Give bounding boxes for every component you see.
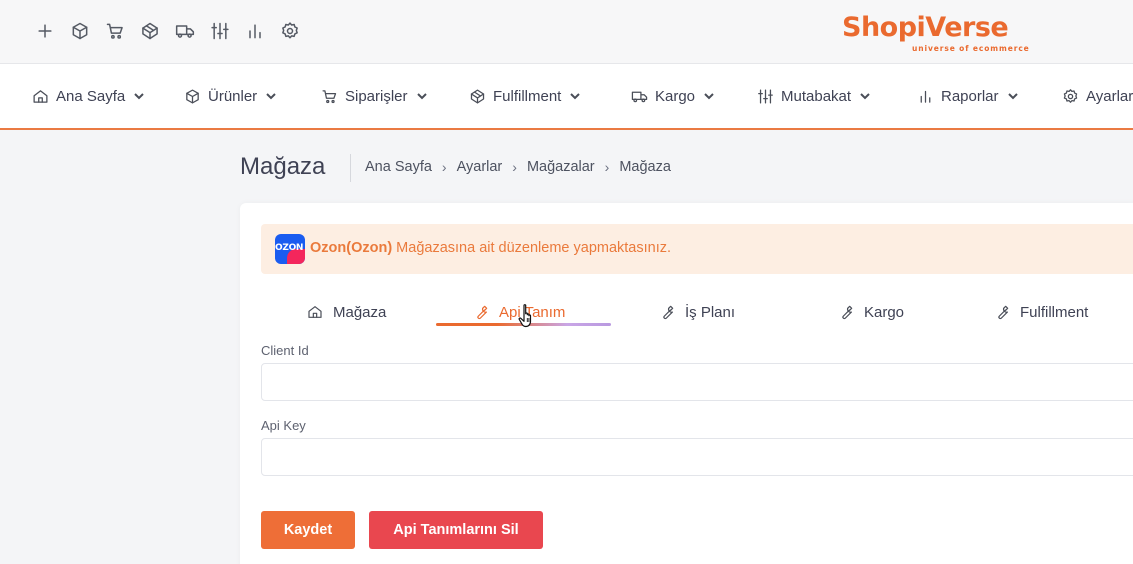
home-icon: [308, 306, 322, 318]
store-name: Ozon(Ozon): [310, 240, 393, 256]
quick-actions: [34, 20, 301, 42]
nav-item-label: Siparişler: [345, 87, 408, 105]
bar-chart-icon[interactable]: [244, 20, 266, 42]
wrench-icon: [477, 305, 488, 320]
wrench-icon: [663, 305, 674, 320]
chevron-down-icon: [266, 93, 276, 100]
cart-icon: [322, 89, 337, 103]
tab-is-plani[interactable]: İş Planı: [659, 297, 735, 327]
sliders-icon: [758, 88, 773, 104]
tab-magaza[interactable]: Mağaza: [307, 297, 386, 327]
wrench-icon: [842, 305, 853, 320]
bar-chart-icon: [920, 90, 931, 103]
nav-item-label: Kargo: [655, 87, 696, 105]
chevron-down-icon: [570, 93, 581, 100]
editing-store-alert: OZON Ozon(Ozon) Mağazasına ait düzenleme…: [261, 224, 1133, 274]
breadcrumb-item-magazalar[interactable]: Mağazalar: [527, 159, 595, 175]
sliders-icon[interactable]: [209, 20, 231, 42]
chevron-down-icon: [860, 93, 870, 100]
tab-fulfillment[interactable]: Fulfillment: [994, 297, 1088, 327]
page-title: Mağaza: [240, 153, 326, 180]
save-button[interactable]: Kaydet: [261, 511, 355, 549]
nav-item-label: Fulfillment: [493, 87, 562, 105]
breadcrumb-item-ana-sayfa[interactable]: Ana Sayfa: [365, 159, 432, 175]
alert-message-text: Mağazasına ait düzenleme yapmaktasınız.: [392, 240, 672, 256]
tab-label: Kargo: [864, 303, 905, 321]
breadcrumb-item-ayarlar[interactable]: Ayarlar: [457, 159, 503, 175]
chevron-down-icon: [134, 93, 144, 100]
breadcrumb-item-magaza: Mağaza: [619, 159, 671, 175]
truck-icon: [631, 91, 648, 102]
nav-item-label: Raporlar: [941, 87, 999, 105]
breadcrumb: Ana Sayfa › Ayarlar › Mağazalar › Mağaza: [365, 159, 671, 175]
main-nav: Ana Sayfa Ürünler Siparişler Fulfillment…: [0, 64, 1133, 130]
title-divider: [350, 154, 351, 182]
wrench-icon: [998, 305, 1009, 320]
box-icon: [186, 88, 199, 104]
tab-label: İş Planı: [685, 303, 736, 321]
tab-label: Fulfillment: [1020, 303, 1089, 321]
fulfillment-cube-icon[interactable]: [139, 20, 161, 42]
chevron-down-icon: [1007, 93, 1018, 100]
alert-message: Ozon(Ozon) Mağazasına ait düzenleme yapm…: [310, 240, 671, 256]
home-icon: [33, 89, 48, 103]
delete-api-definitions-button[interactable]: Api Tanımlarını Sil: [369, 511, 543, 549]
nav-item-label: Ana Sayfa: [56, 87, 126, 105]
chevron-down-icon: [704, 93, 714, 100]
cart-icon[interactable]: [104, 20, 126, 42]
top-toolbar: ShopiVerse universe of ecommerce: [0, 0, 1133, 64]
ozon-store-logo: OZON: [275, 234, 305, 264]
fulfillment-cube-icon: [470, 88, 485, 104]
nav-item-kargo[interactable]: Kargo: [631, 64, 715, 128]
nav-item-mutabakat[interactable]: Mutabakat: [757, 64, 871, 128]
ozon-logo-text: OZON: [275, 243, 304, 253]
nav-item-label: Mutabakat: [781, 87, 852, 105]
api-key-field[interactable]: [261, 438, 1133, 476]
nav-item-fulfillment[interactable]: Fulfillment: [469, 64, 581, 128]
box-icon[interactable]: [69, 20, 91, 42]
gear-icon: [1063, 88, 1078, 103]
tab-kargo[interactable]: Kargo: [838, 297, 904, 327]
truck-icon[interactable]: [174, 20, 196, 42]
client-id-field[interactable]: [261, 363, 1133, 401]
chevron-down-icon: [416, 93, 427, 100]
nav-item-siparisler[interactable]: Siparişler: [321, 64, 428, 128]
hand-pointer-cursor-icon: [518, 304, 532, 328]
gear-icon[interactable]: [279, 20, 301, 42]
chevron-right-icon: ›: [604, 159, 610, 175]
nav-item-urunler[interactable]: Ürünler: [184, 64, 277, 128]
store-edit-card: OZON Ozon(Ozon) Mağazasına ait düzenleme…: [240, 203, 1133, 564]
tab-label: Mağaza: [333, 303, 387, 321]
api-key-label: Api Key: [261, 418, 306, 433]
chevron-right-icon: ›: [512, 159, 517, 175]
nav-item-ana-sayfa[interactable]: Ana Sayfa: [32, 64, 145, 128]
logo-tagline: universe of ecommerce: [912, 44, 1030, 53]
nav-item-label: Ürünler: [208, 87, 258, 105]
chevron-right-icon: ›: [441, 159, 447, 175]
logo-text: ShopiVerse: [842, 12, 1009, 43]
plus-icon[interactable]: [34, 20, 56, 42]
nav-item-ayarlar[interactable]: Ayarlar: [1062, 64, 1133, 128]
nav-item-raporlar[interactable]: Raporlar: [917, 64, 1019, 128]
client-id-label: Client Id: [261, 343, 309, 358]
nav-item-label: Ayarlar: [1086, 87, 1133, 105]
shopiverse-logo[interactable]: ShopiVerse universe of ecommerce: [842, 12, 1029, 56]
